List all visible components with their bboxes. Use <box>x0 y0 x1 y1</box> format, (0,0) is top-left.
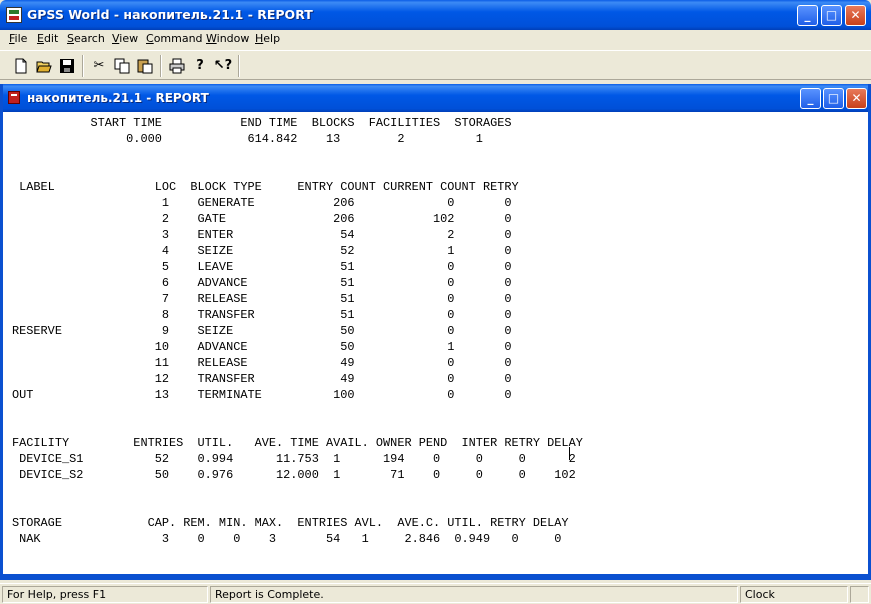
block-row: 10 ADVANCE 50 1 0 <box>12 340 512 354</box>
status-help-text: For Help, press F1 <box>2 586 208 603</box>
menu-help[interactable]: Help <box>255 32 280 45</box>
menu-file[interactable]: File <box>9 32 27 45</box>
close-button[interactable]: ✕ <box>845 5 866 26</box>
menu-bar: File Edit Search View Command Window Hel… <box>0 30 871 49</box>
block-row: 5 LEAVE 51 0 0 <box>12 260 512 274</box>
cut-button[interactable]: ✂ <box>88 55 110 77</box>
open-button[interactable] <box>33 55 55 77</box>
close-icon: ✕ <box>851 91 862 105</box>
facility-row: DEVICE_S1 52 0.994 11.753 1 194 0 0 0 2 <box>12 452 576 466</box>
minimize-button[interactable]: _ <box>797 5 818 26</box>
report-window-title: накопитель.21.1 - REPORT <box>27 91 209 105</box>
paste-button[interactable] <box>134 55 156 77</box>
new-icon <box>15 58 27 74</box>
block-row: 7 RELEASE 51 0 0 <box>12 292 512 306</box>
storage-row: NAK 3 0 0 3 54 1 2.846 0.949 0 0 <box>12 532 562 546</box>
print-button[interactable] <box>166 55 188 77</box>
copy-button[interactable] <box>111 55 133 77</box>
block-row: 1 GENERATE 206 0 0 <box>12 196 512 210</box>
cut-icon: ✂ <box>93 58 105 73</box>
app-title: GPSS World - накопитель.21.1 - REPORT <box>27 7 313 22</box>
block-row: 3 ENTER 54 2 0 <box>12 228 512 242</box>
block-row: 6 ADVANCE 51 0 0 <box>12 276 512 290</box>
menu-edit[interactable]: Edit <box>37 32 58 45</box>
status-clock: Clock <box>740 586 848 603</box>
status-extra <box>850 586 869 603</box>
block-row: 8 TRANSFER 51 0 0 <box>12 308 512 322</box>
report-doc-icon[interactable] <box>8 91 20 104</box>
block-row: 2 GATE 206 102 0 <box>12 212 512 226</box>
report-window: накопитель.21.1 - REPORT _ □ ✕ START TIM… <box>0 84 871 580</box>
blocks-header: LABEL LOC BLOCK TYPE ENTRY COUNT CURRENT… <box>12 180 519 194</box>
facility-header: FACILITY ENTRIES UTIL. AVE. TIME AVAIL. … <box>12 436 583 450</box>
child-close-button[interactable]: ✕ <box>846 88 867 109</box>
maximize-button[interactable]: □ <box>821 5 842 26</box>
child-maximize-button[interactable]: □ <box>823 88 844 109</box>
help-icon: ? <box>196 58 204 73</box>
save-icon <box>60 59 74 73</box>
gpss-app-icon[interactable] <box>6 7 22 23</box>
toolbar: ✂ ? ↖? <box>0 50 871 80</box>
status-bar: For Help, press F1 Report is Complete. C… <box>0 583 871 604</box>
menu-search[interactable]: Search <box>67 32 105 45</box>
print-icon <box>169 58 185 74</box>
close-icon: ✕ <box>850 8 861 22</box>
app-title-bar[interactable]: GPSS World - накопитель.21.1 - REPORT _ … <box>0 0 871 30</box>
report-text-area[interactable]: START TIME END TIME BLOCKS FACILITIES ST… <box>3 112 868 574</box>
facility-row: DEVICE_S2 50 0.976 12.000 1 71 0 0 0 102 <box>12 468 576 482</box>
header-values: 0.000 614.842 13 2 1 <box>12 132 483 146</box>
text-caret <box>569 447 570 460</box>
new-button[interactable] <box>10 55 32 77</box>
menu-window[interactable]: Window <box>206 32 249 45</box>
block-row: 11 RELEASE 49 0 0 <box>12 356 512 370</box>
help-button[interactable]: ? <box>189 55 211 77</box>
block-row: OUT 13 TERMINATE 100 0 0 <box>12 388 512 402</box>
report-window-title-bar[interactable]: накопитель.21.1 - REPORT _ □ ✕ <box>3 84 868 112</box>
block-row: RESERVE 9 SEIZE 50 0 0 <box>12 324 512 338</box>
menu-command[interactable]: Command <box>146 32 203 45</box>
minimize-icon: _ <box>804 8 811 22</box>
maximize-icon: □ <box>827 91 840 105</box>
paste-icon <box>137 59 153 74</box>
block-row: 4 SEIZE 52 1 0 <box>12 244 512 258</box>
save-button[interactable] <box>56 55 78 77</box>
context-help-icon: ↖? <box>213 58 233 73</box>
menu-view[interactable]: View <box>112 32 138 45</box>
block-row: 12 TRANSFER 49 0 0 <box>12 372 512 386</box>
report-content: START TIME END TIME BLOCKS FACILITIES ST… <box>12 115 583 547</box>
minimize-icon: _ <box>807 91 814 105</box>
copy-icon <box>114 58 130 74</box>
child-minimize-button[interactable]: _ <box>800 88 821 109</box>
storage-header: STORAGE CAP. REM. MIN. MAX. ENTRIES AVL.… <box>12 516 569 530</box>
maximize-icon: □ <box>825 8 838 22</box>
context-help-button[interactable]: ↖? <box>212 55 234 77</box>
header-labels: START TIME END TIME BLOCKS FACILITIES ST… <box>12 116 512 130</box>
status-message: Report is Complete. <box>210 586 738 603</box>
open-icon <box>36 61 52 73</box>
